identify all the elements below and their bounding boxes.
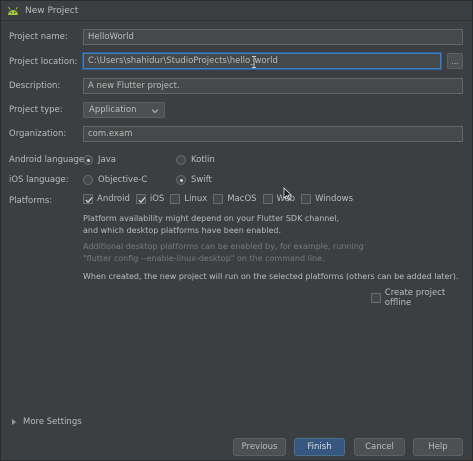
- project-type-value: Application: [89, 105, 137, 115]
- platforms-label: Platforms:: [9, 196, 53, 206]
- new-project-dialog: New Project Project name: HelloWorld Pro…: [0, 0, 473, 461]
- title-bar: New Project: [1, 1, 472, 21]
- project-type-label: Project type:: [9, 105, 63, 115]
- window-title: New Project: [25, 5, 79, 16]
- radio-kotlin[interactable]: Kotlin: [176, 155, 215, 165]
- browse-button[interactable]: ...: [447, 53, 463, 69]
- desktop-platforms-note: Additional desktop platforms can be enab…: [83, 241, 364, 265]
- radio-java-button[interactable]: [83, 155, 93, 165]
- platform-android-label: Android: [97, 194, 130, 204]
- radio-swift-label: Swift: [191, 175, 212, 185]
- android-language-label: Android language:: [9, 155, 88, 165]
- create-offline-checkbox[interactable]: [371, 293, 381, 303]
- help-button[interactable]: Help: [413, 438, 463, 456]
- radio-objective-c[interactable]: Objective-C: [83, 175, 147, 185]
- platform-windows-checkbox[interactable]: [301, 194, 312, 204]
- platform-web-label: Web: [276, 194, 296, 204]
- organization-label: Organization:: [9, 129, 67, 139]
- radio-java[interactable]: Java: [83, 155, 116, 165]
- platform-ios[interactable]: iOS: [135, 194, 165, 204]
- project-location-field[interactable]: C:\Users\shahidur\StudioProjects\hello_w…: [83, 53, 441, 69]
- radio-swift[interactable]: Swift: [176, 175, 212, 185]
- platform-windows[interactable]: Windows: [301, 194, 353, 204]
- more-settings-toggle[interactable]: More Settings: [11, 417, 82, 427]
- project-location-label: Project location:: [9, 57, 78, 67]
- platform-web-checkbox[interactable]: [262, 194, 273, 204]
- availability-note: Platform availability might depend on yo…: [83, 213, 339, 237]
- radio-java-label: Java: [98, 155, 116, 165]
- project-name-label: Project name:: [9, 32, 68, 42]
- radio-kotlin-label: Kotlin: [191, 155, 215, 165]
- text-cursor-icon: [252, 56, 256, 68]
- platform-macos-label: MacOS: [227, 194, 257, 204]
- organization-field[interactable]: com.exam: [83, 126, 463, 142]
- platform-linux-checkbox[interactable]: [170, 194, 181, 204]
- platform-macos-checkbox[interactable]: [213, 194, 224, 204]
- platform-android[interactable]: Android: [83, 194, 130, 204]
- cancel-button[interactable]: Cancel: [354, 438, 405, 456]
- finish-button[interactable]: Finish: [294, 438, 345, 456]
- create-offline-option[interactable]: Create project offline: [371, 288, 472, 308]
- platform-web[interactable]: Web: [262, 194, 296, 204]
- radio-kotlin-button[interactable]: [176, 155, 186, 165]
- platform-ios-label: iOS: [149, 194, 165, 204]
- description-label: Description:: [9, 81, 61, 91]
- availability-note-line2: and which desktop platforms have been en…: [83, 226, 282, 235]
- radio-swift-button[interactable]: [176, 175, 186, 185]
- platform-ios-checkbox[interactable]: [135, 194, 146, 204]
- created-note: When created, the new project will run o…: [83, 272, 459, 281]
- radio-objective-c-button[interactable]: [83, 175, 93, 185]
- more-settings-label: More Settings: [23, 417, 82, 427]
- platform-macos[interactable]: MacOS: [213, 194, 257, 204]
- platform-linux-label: Linux: [184, 194, 208, 204]
- chevron-down-icon: [151, 107, 159, 115]
- desktop-note-line1: Additional desktop platforms can be enab…: [83, 242, 364, 251]
- platform-linux[interactable]: Linux: [170, 194, 207, 204]
- platform-android-checkbox[interactable]: [83, 194, 93, 204]
- triangle-right-icon: [11, 418, 17, 426]
- previous-button[interactable]: Previous: [233, 438, 286, 456]
- project-type-select[interactable]: Application: [83, 102, 165, 118]
- create-offline-label: Create project offline: [384, 288, 446, 308]
- ios-language-label: iOS language:: [9, 175, 69, 185]
- radio-objective-c-label: Objective-C: [98, 175, 148, 185]
- platform-windows-label: Windows: [315, 194, 354, 204]
- description-field[interactable]: A new Flutter project.: [83, 78, 463, 94]
- platforms-group: Android iOS Linux MacOS Web Windows: [83, 194, 359, 204]
- project-name-field[interactable]: HelloWorld: [83, 29, 463, 45]
- availability-note-line1: Platform availability might depend on yo…: [83, 214, 340, 223]
- desktop-note-line2: "flutter config --enable-linux-desktop" …: [83, 254, 325, 263]
- android-icon: [7, 6, 19, 16]
